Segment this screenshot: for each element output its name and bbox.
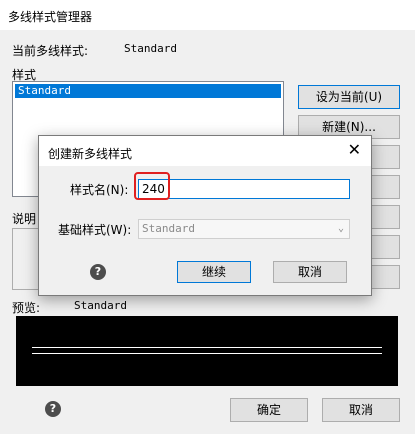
window-title: 多线样式管理器 xyxy=(8,10,93,24)
ok-button[interactable]: 确定 xyxy=(230,398,308,422)
base-style-select[interactable]: Standard ⌄ xyxy=(138,219,350,239)
preview-line-bottom xyxy=(32,353,382,354)
dialog-help-icon[interactable]: ? xyxy=(90,264,106,280)
current-style-label: 当前多线样式: xyxy=(12,44,89,58)
base-style-label: 基础样式(W): xyxy=(58,223,132,237)
dialog-cancel-button[interactable]: 取消 xyxy=(273,261,347,283)
dialog-title: 创建新多线样式 xyxy=(48,147,133,161)
base-style-value: Standard xyxy=(142,222,195,235)
create-new-style-dialog: 创建新多线样式 ✕ 样式名(N): 240 基础样式(W): Standard … xyxy=(38,135,372,296)
continue-button[interactable]: 继续 xyxy=(177,261,251,283)
annotation-highlight-box xyxy=(134,172,170,200)
set-current-button[interactable]: 设为当前(U) xyxy=(298,85,400,109)
description-label: 说明 xyxy=(12,212,37,226)
chevron-down-icon: ⌄ xyxy=(337,223,344,234)
current-style-value: Standard xyxy=(124,42,177,55)
style-name-label: 样式名(N): xyxy=(70,183,129,197)
help-icon[interactable]: ? xyxy=(45,401,61,417)
list-item[interactable]: Standard xyxy=(15,84,281,98)
titlebar: 多线样式管理器 xyxy=(0,0,415,30)
preview-style-name: Standard xyxy=(74,299,127,312)
preview-line-top xyxy=(32,347,382,348)
preview-label: 预览: xyxy=(12,301,41,315)
close-icon[interactable]: ✕ xyxy=(348,141,361,159)
preview-pane xyxy=(16,316,398,386)
dialog-titlebar: 创建新多线样式 ✕ xyxy=(39,136,371,166)
cancel-button[interactable]: 取消 xyxy=(322,398,400,422)
